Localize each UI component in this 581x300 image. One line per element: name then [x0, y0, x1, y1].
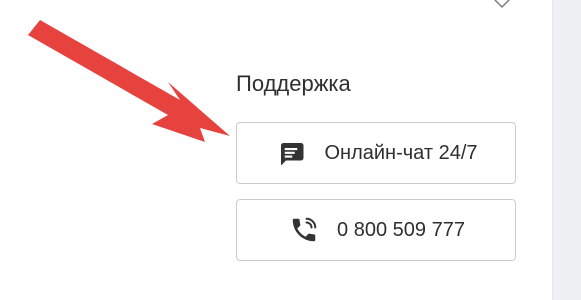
phone-icon	[287, 213, 321, 247]
chat-icon	[274, 136, 308, 170]
support-title: Поддержка	[236, 71, 351, 96]
online-chat-button[interactable]: Онлайн-чат 24/7	[236, 122, 516, 184]
online-chat-label: Онлайн-чат 24/7	[324, 142, 478, 164]
phone-number-label: 0 800 509 777	[337, 219, 465, 241]
phone-number-button[interactable]: 0 800 509 777	[236, 199, 516, 261]
